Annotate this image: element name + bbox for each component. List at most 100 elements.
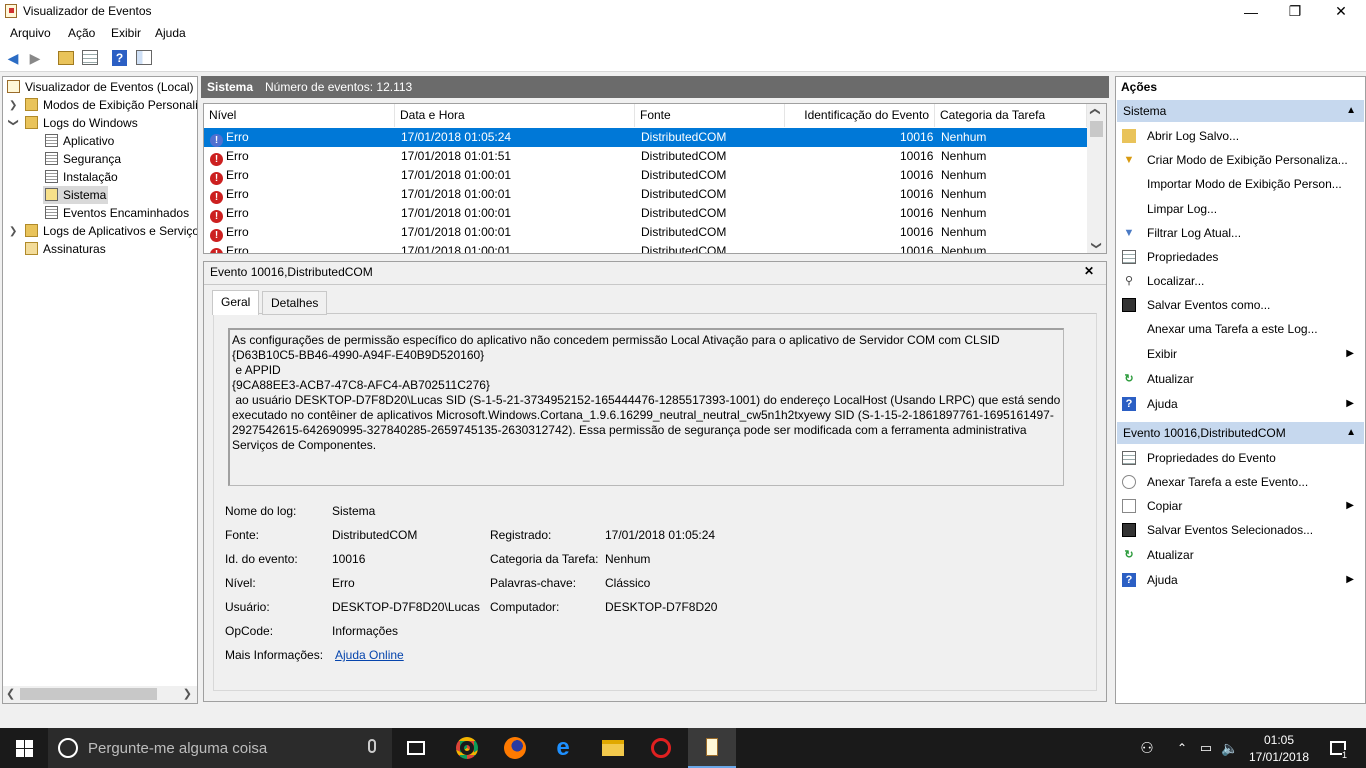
tree-item-assinaturas[interactable]: Assinaturas	[25, 240, 106, 258]
microphone-icon[interactable]	[368, 739, 376, 753]
action-event-properties[interactable]: Propriedades do Evento	[1120, 447, 1364, 469]
action-save-events-as[interactable]: Salvar Eventos como...	[1120, 294, 1364, 316]
action-import-custom-view[interactable]: Importar Modo de Exibição Person...	[1120, 173, 1364, 195]
table-row[interactable]: !Erro 17/01/2018 01:00:01 DistributedCOM…	[204, 204, 1087, 223]
show-pane-icon[interactable]	[136, 50, 152, 65]
help-online-link[interactable]: Ajuda Online	[335, 648, 404, 662]
taskbar-security-app[interactable]	[638, 728, 684, 768]
event-description[interactable]: As configurações de permissão específico…	[228, 328, 1064, 486]
action-find[interactable]: ⚲ Localizar...	[1120, 270, 1364, 292]
tab-geral[interactable]: Geral	[212, 290, 260, 315]
clock-date[interactable]: 17/01/2018	[1246, 750, 1312, 764]
value-source: DistributedCOM	[332, 528, 418, 542]
chevron-right-icon[interactable]: ❯	[9, 226, 17, 237]
action-help[interactable]: ? Ajuda ▶	[1120, 393, 1364, 415]
task-view-button[interactable]	[394, 728, 438, 768]
back-arrow-icon[interactable]: ◀	[4, 49, 22, 67]
network-icon[interactable]: ▭	[1196, 728, 1216, 768]
scroll-up-icon[interactable]: ❯	[1090, 107, 1101, 115]
cortana-search-box[interactable]: Pergunte-me alguma coisa	[48, 728, 392, 768]
column-header-fonte[interactable]: Fonte	[635, 104, 785, 127]
notification-count: 1	[1342, 750, 1348, 760]
tab-detalhes[interactable]: Detalhes	[262, 291, 328, 315]
save-icon	[1122, 298, 1136, 312]
value-level: Erro	[332, 576, 355, 590]
action-copy[interactable]: Copiar ▶	[1120, 495, 1364, 517]
action-attach-task-log[interactable]: Anexar uma Tarefa a este Log...	[1120, 318, 1364, 340]
tree-horizontal-scrollbar[interactable]: ❮ ❯	[3, 686, 197, 703]
collapse-up-icon[interactable]: ▲	[1346, 100, 1356, 122]
taskbar-firefox[interactable]	[492, 728, 538, 768]
detail-header: Evento 10016,DistributedCOM	[210, 265, 373, 279]
tree-item-sistema[interactable]: Sistema	[43, 186, 109, 204]
action-view[interactable]: Exibir ▶	[1120, 343, 1364, 365]
tree-item-eventos-encaminhados[interactable]: Eventos Encaminhados	[45, 204, 189, 222]
action-save-selected-events[interactable]: Salvar Eventos Selecionados...	[1120, 519, 1364, 541]
open-folder-icon	[1122, 129, 1136, 143]
close-button[interactable]: ✕	[1318, 0, 1364, 23]
chevron-right-icon[interactable]: ❯	[9, 100, 17, 111]
tree-item-instalacao[interactable]: Instalação	[45, 168, 118, 186]
menu-exibir[interactable]: Exibir	[111, 26, 141, 40]
collapse-up-icon[interactable]: ▲	[1346, 422, 1356, 444]
forward-arrow-icon[interactable]: ▶	[26, 49, 44, 67]
action-create-custom-view[interactable]: ▼ Criar Modo de Exibição Personaliza...	[1120, 149, 1364, 171]
tree-item-windows-logs[interactable]: Logs do Windows	[25, 114, 138, 132]
properties-icon[interactable]	[82, 50, 98, 65]
menu-acao[interactable]: Ação	[68, 26, 95, 40]
action-open-saved-log[interactable]: Abrir Log Salvo...	[1120, 125, 1364, 147]
list-vertical-scrollbar[interactable]: ❯ ❯	[1087, 104, 1106, 253]
column-header-event-id[interactable]: Identificação do Evento	[785, 104, 935, 127]
table-row[interactable]: ! Erro 17/01/2018 01:05:24 DistributedCOM…	[204, 128, 1087, 147]
menu-ajuda[interactable]: Ajuda	[155, 26, 186, 40]
table-row[interactable]: !Erro 17/01/2018 01:00:01 DistributedCOM…	[204, 166, 1087, 185]
chevron-up-icon[interactable]: ⌃	[1174, 728, 1190, 768]
scroll-left-icon[interactable]: ❮	[6, 687, 15, 700]
actions-section-sistema[interactable]: Sistema ▲	[1117, 100, 1364, 122]
tree-item-seguranca[interactable]: Segurança	[45, 150, 121, 168]
table-row[interactable]: !Erro 17/01/2018 01:00:01 DistributedCOM…	[204, 185, 1087, 204]
table-row[interactable]: !Erro 17/01/2018 01:00:01 DistributedCOM…	[204, 242, 1087, 253]
action-clear-log[interactable]: Limpar Log...	[1120, 198, 1364, 220]
action-refresh[interactable]: ↻ Atualizar	[1120, 368, 1364, 390]
clock-time[interactable]: 01:05	[1249, 733, 1309, 747]
scrollbar-thumb[interactable]	[1090, 121, 1103, 137]
scroll-down-icon[interactable]: ❯	[1091, 241, 1102, 249]
close-detail-icon[interactable]: ✕	[1084, 264, 1094, 278]
volume-icon[interactable]: 🔈	[1220, 728, 1240, 768]
column-header-data-hora[interactable]: Data e Hora	[395, 104, 635, 127]
taskbar-edge[interactable]: e	[540, 728, 586, 768]
tree-item-aplicativo[interactable]: Aplicativo	[45, 132, 114, 150]
column-header-nivel[interactable]: Nível	[204, 104, 395, 127]
tree-item-custom-views[interactable]: Modos de Exibição Personali...	[25, 96, 197, 114]
tree-item-root[interactable]: Visualizador de Eventos (Local)	[7, 78, 194, 96]
taskbar-event-viewer[interactable]	[688, 728, 736, 768]
tree-item-app-services-logs[interactable]: Logs de Aplicativos e Serviço...	[25, 222, 197, 240]
action-properties[interactable]: Propriedades	[1120, 246, 1364, 268]
folder-icon	[25, 224, 38, 237]
help-icon[interactable]: ?	[112, 50, 127, 66]
maximize-button[interactable]: ❐	[1272, 0, 1318, 23]
action-refresh-event[interactable]: ↻ Atualizar	[1120, 544, 1364, 566]
action-center-button[interactable]: 1	[1318, 728, 1358, 768]
cortana-icon	[58, 738, 78, 758]
action-help-event[interactable]: ? Ajuda ▶	[1120, 569, 1364, 591]
taskbar-chrome[interactable]	[444, 728, 490, 768]
folder-up-icon[interactable]	[58, 51, 74, 65]
folder-icon	[25, 116, 38, 129]
scrollbar-thumb[interactable]	[20, 688, 157, 700]
table-row[interactable]: !Erro 17/01/2018 01:00:01 DistributedCOM…	[204, 223, 1087, 242]
chevron-down-icon[interactable]: ❯	[8, 118, 19, 126]
action-filter-log[interactable]: ▼ Filtrar Log Atual...	[1120, 222, 1364, 244]
properties-icon	[1122, 451, 1136, 465]
action-attach-task-event[interactable]: Anexar Tarefa a este Evento...	[1120, 471, 1364, 493]
scroll-right-icon[interactable]: ❯	[183, 687, 192, 700]
actions-section-event[interactable]: Evento 10016,DistributedCOM ▲	[1117, 422, 1364, 444]
people-icon[interactable]: ⚇	[1136, 728, 1158, 768]
windows-start-button[interactable]	[0, 728, 48, 768]
menu-arquivo[interactable]: Arquivo	[10, 26, 51, 40]
table-row[interactable]: ! Erro 17/01/2018 01:01:51 DistributedCOM…	[204, 147, 1087, 166]
taskbar-file-explorer[interactable]	[590, 728, 636, 768]
minimize-button[interactable]: —	[1228, 0, 1274, 23]
column-header-categoria[interactable]: Categoria da Tarefa	[935, 104, 1087, 127]
